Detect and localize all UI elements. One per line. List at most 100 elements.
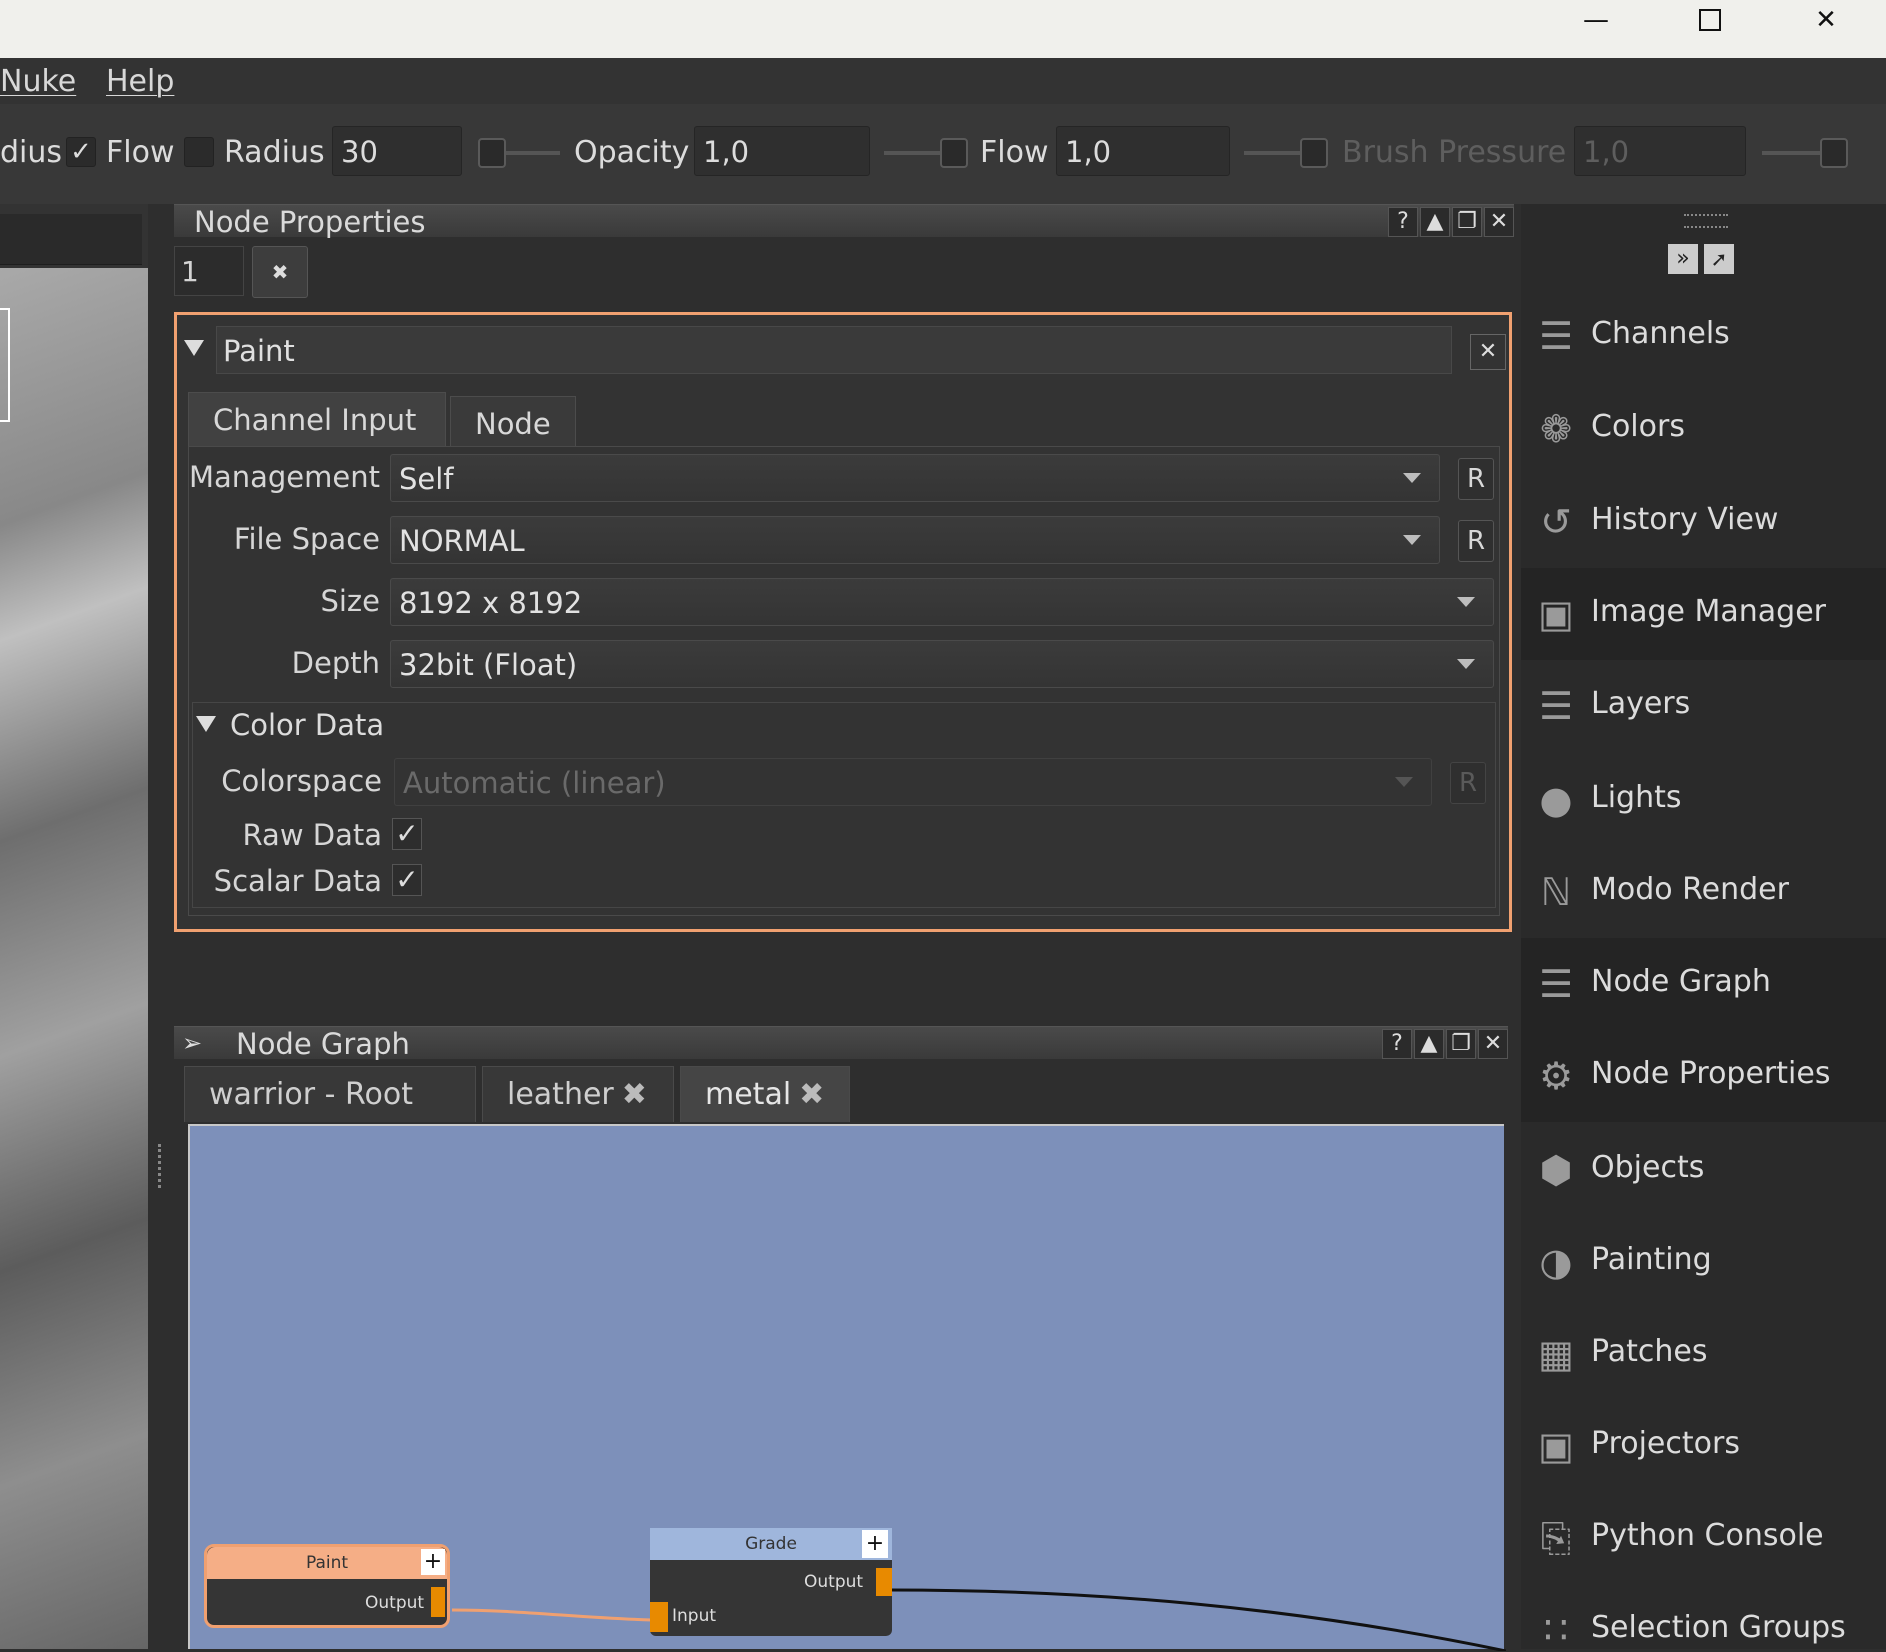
patches-icon: ▦ [1538,1332,1574,1376]
colorspace-dropdown[interactable]: Automatic (linear) [394,758,1432,806]
node-graph-canvas[interactable]: Paint + Output Grade + Output Input [188,1124,1506,1651]
sidebar-item-layers[interactable]: ☰ Layers [1521,660,1886,752]
sidebar-item-objects[interactable]: ⬢ Objects [1521,1124,1886,1216]
grade-node[interactable]: Grade + Output Input [650,1528,892,1636]
tab-leather[interactable]: leather ✖ [482,1066,674,1122]
viewport-tab[interactable] [0,214,142,265]
chevron-down-icon [1403,535,1421,545]
raw-data-checkbox[interactable]: ✓ [392,818,422,850]
close-panel-icon[interactable]: ✕ [1478,1029,1508,1059]
sidebar-item-python-console[interactable]: ⎘ Python Console [1521,1492,1886,1584]
float-panel-icon[interactable]: ❐ [1446,1029,1476,1059]
flow-input[interactable]: 1,0 [1056,126,1230,176]
colorspace-value: Automatic (linear) [403,766,666,800]
max-panels-input[interactable]: 1 [174,246,244,296]
size-dropdown[interactable]: 8192 x 8192 [390,578,1494,626]
radius-checkbox[interactable] [184,137,214,167]
node-graph-title: Node Graph [236,1027,410,1061]
scalar-data-label: Scalar Data [213,864,382,898]
paint-output-port[interactable] [431,1587,445,1617]
flow-slider-knob[interactable] [1300,138,1328,168]
float-panel-icon[interactable]: ❐ [1452,207,1482,237]
collapse-triangle-icon[interactable] [184,340,204,356]
flow-slider-track[interactable] [1244,151,1302,155]
management-reset-button[interactable]: R [1458,458,1494,500]
viewport-image[interactable] [0,268,148,1649]
sidebar-item-painting[interactable]: ◑ Painting [1521,1216,1886,1308]
tab-channel-input[interactable]: Channel Input [188,392,446,446]
sidebar-item-label: Modo Render [1591,872,1789,907]
help-icon[interactable]: ? [1388,207,1418,237]
maximize-panel-icon[interactable]: ▲ [1420,207,1450,237]
close-window-button[interactable]: ✕ [1786,0,1866,40]
opacity-slider-track[interactable] [884,151,942,155]
chevron-down-icon [1395,777,1413,787]
minimize-icon: — [1583,5,1609,35]
opacity-slider-knob[interactable] [940,138,968,168]
chevron-down-icon [1457,659,1475,669]
brush-pressure-slider-knob[interactable] [1820,138,1848,168]
sidebar-item-image-manager[interactable]: ▣ Image Manager [1521,568,1886,660]
radius-slider-track[interactable] [506,151,560,155]
management-label: Management [188,460,380,494]
minimize-button[interactable]: — [1556,0,1636,40]
collapse-triangle-icon[interactable] [196,716,216,732]
flow-checkbox[interactable]: ✓ [66,137,96,167]
close-panel-icon[interactable]: ✕ [1484,207,1514,237]
plus-icon[interactable]: + [421,1549,445,1575]
sidebar-item-node-graph[interactable]: ☰ Node Graph [1521,938,1886,1030]
sidebar-item-selection-groups[interactable]: ∷ Selection Groups [1521,1584,1886,1652]
remove-node-button[interactable]: ✕ [1470,334,1506,370]
clear-panels-button[interactable]: ✖ [252,246,308,298]
sidebar-item-modo-render[interactable]: ℕ Modo Render [1521,846,1886,938]
expand-icon[interactable]: » [1668,244,1698,274]
depth-dropdown[interactable]: 32bit (Float) [390,640,1494,688]
management-value: Self [399,462,454,496]
node-properties-header: Node Properties ? ▲ ❐ ✕ [174,204,1514,239]
history-icon: ↺ [1540,500,1572,544]
sidebar-item-colors[interactable]: ❁ Colors [1521,383,1886,475]
size-label: Size [320,584,380,618]
sidebar-item-projectors[interactable]: ▣ Projectors [1521,1400,1886,1492]
maximize-panel-icon[interactable]: ▲ [1414,1029,1444,1059]
menu-help[interactable]: Help [106,64,174,99]
tab-warrior-root[interactable]: warrior - Root [184,1066,476,1122]
sidebar-item-patches[interactable]: ▦ Patches [1521,1308,1886,1400]
sidebar-item-node-properties[interactable]: ⚙ Node Properties [1521,1030,1886,1122]
file-space-dropdown[interactable]: NORMAL [390,516,1440,564]
splitter-handle[interactable] [158,1144,167,1188]
node-name-field[interactable]: Paint [216,326,1452,374]
close-tab-icon[interactable]: ✖ [622,1077,647,1112]
help-icon[interactable]: ? [1382,1029,1412,1059]
paint-node[interactable]: Paint + Output [204,1544,450,1628]
brush-pressure-slider-track[interactable] [1762,151,1820,155]
pin-icon[interactable]: ➚ [1704,244,1734,274]
sidebar-item-lights[interactable]: ● Lights [1521,754,1886,846]
sidebar-item-history-view[interactable]: ↺ History View [1521,476,1886,568]
file-space-reset-button[interactable]: R [1458,520,1494,562]
drag-grip-icon[interactable] [1684,214,1728,228]
scalar-data-checkbox[interactable]: ✓ [392,864,422,896]
close-icon: ✕ [1478,339,1498,364]
grade-input-port[interactable] [650,1602,668,1632]
viewport-frame-marker [0,308,10,422]
opacity-input[interactable]: 1,0 [694,126,870,176]
grade-output-port[interactable] [876,1568,892,1596]
maximize-button[interactable] [1670,0,1750,40]
image-manager-icon: ▣ [1538,592,1574,636]
plus-icon[interactable]: + [862,1530,888,1558]
management-dropdown[interactable]: Self [390,454,1440,502]
node-graph-icon: ➢ [182,1029,203,1057]
tab-node[interactable]: Node [450,396,576,450]
radius-slider-knob[interactable] [478,138,506,168]
sidebar-item-channels[interactable]: ☰ Channels [1521,290,1886,382]
brush-pressure-input[interactable]: 1,0 [1574,126,1746,176]
menu-nuke[interactable]: Nuke [0,64,76,99]
colorspace-reset-button[interactable]: R [1450,762,1486,804]
radius-input[interactable]: 30 [332,126,462,176]
colorspace-label: Colorspace [221,764,382,798]
close-tab-icon[interactable]: ✖ [799,1077,824,1112]
grade-node-title: Grade [650,1528,892,1560]
tab-metal[interactable]: metal ✖ [680,1066,850,1122]
painting-icon: ◑ [1539,1240,1573,1284]
